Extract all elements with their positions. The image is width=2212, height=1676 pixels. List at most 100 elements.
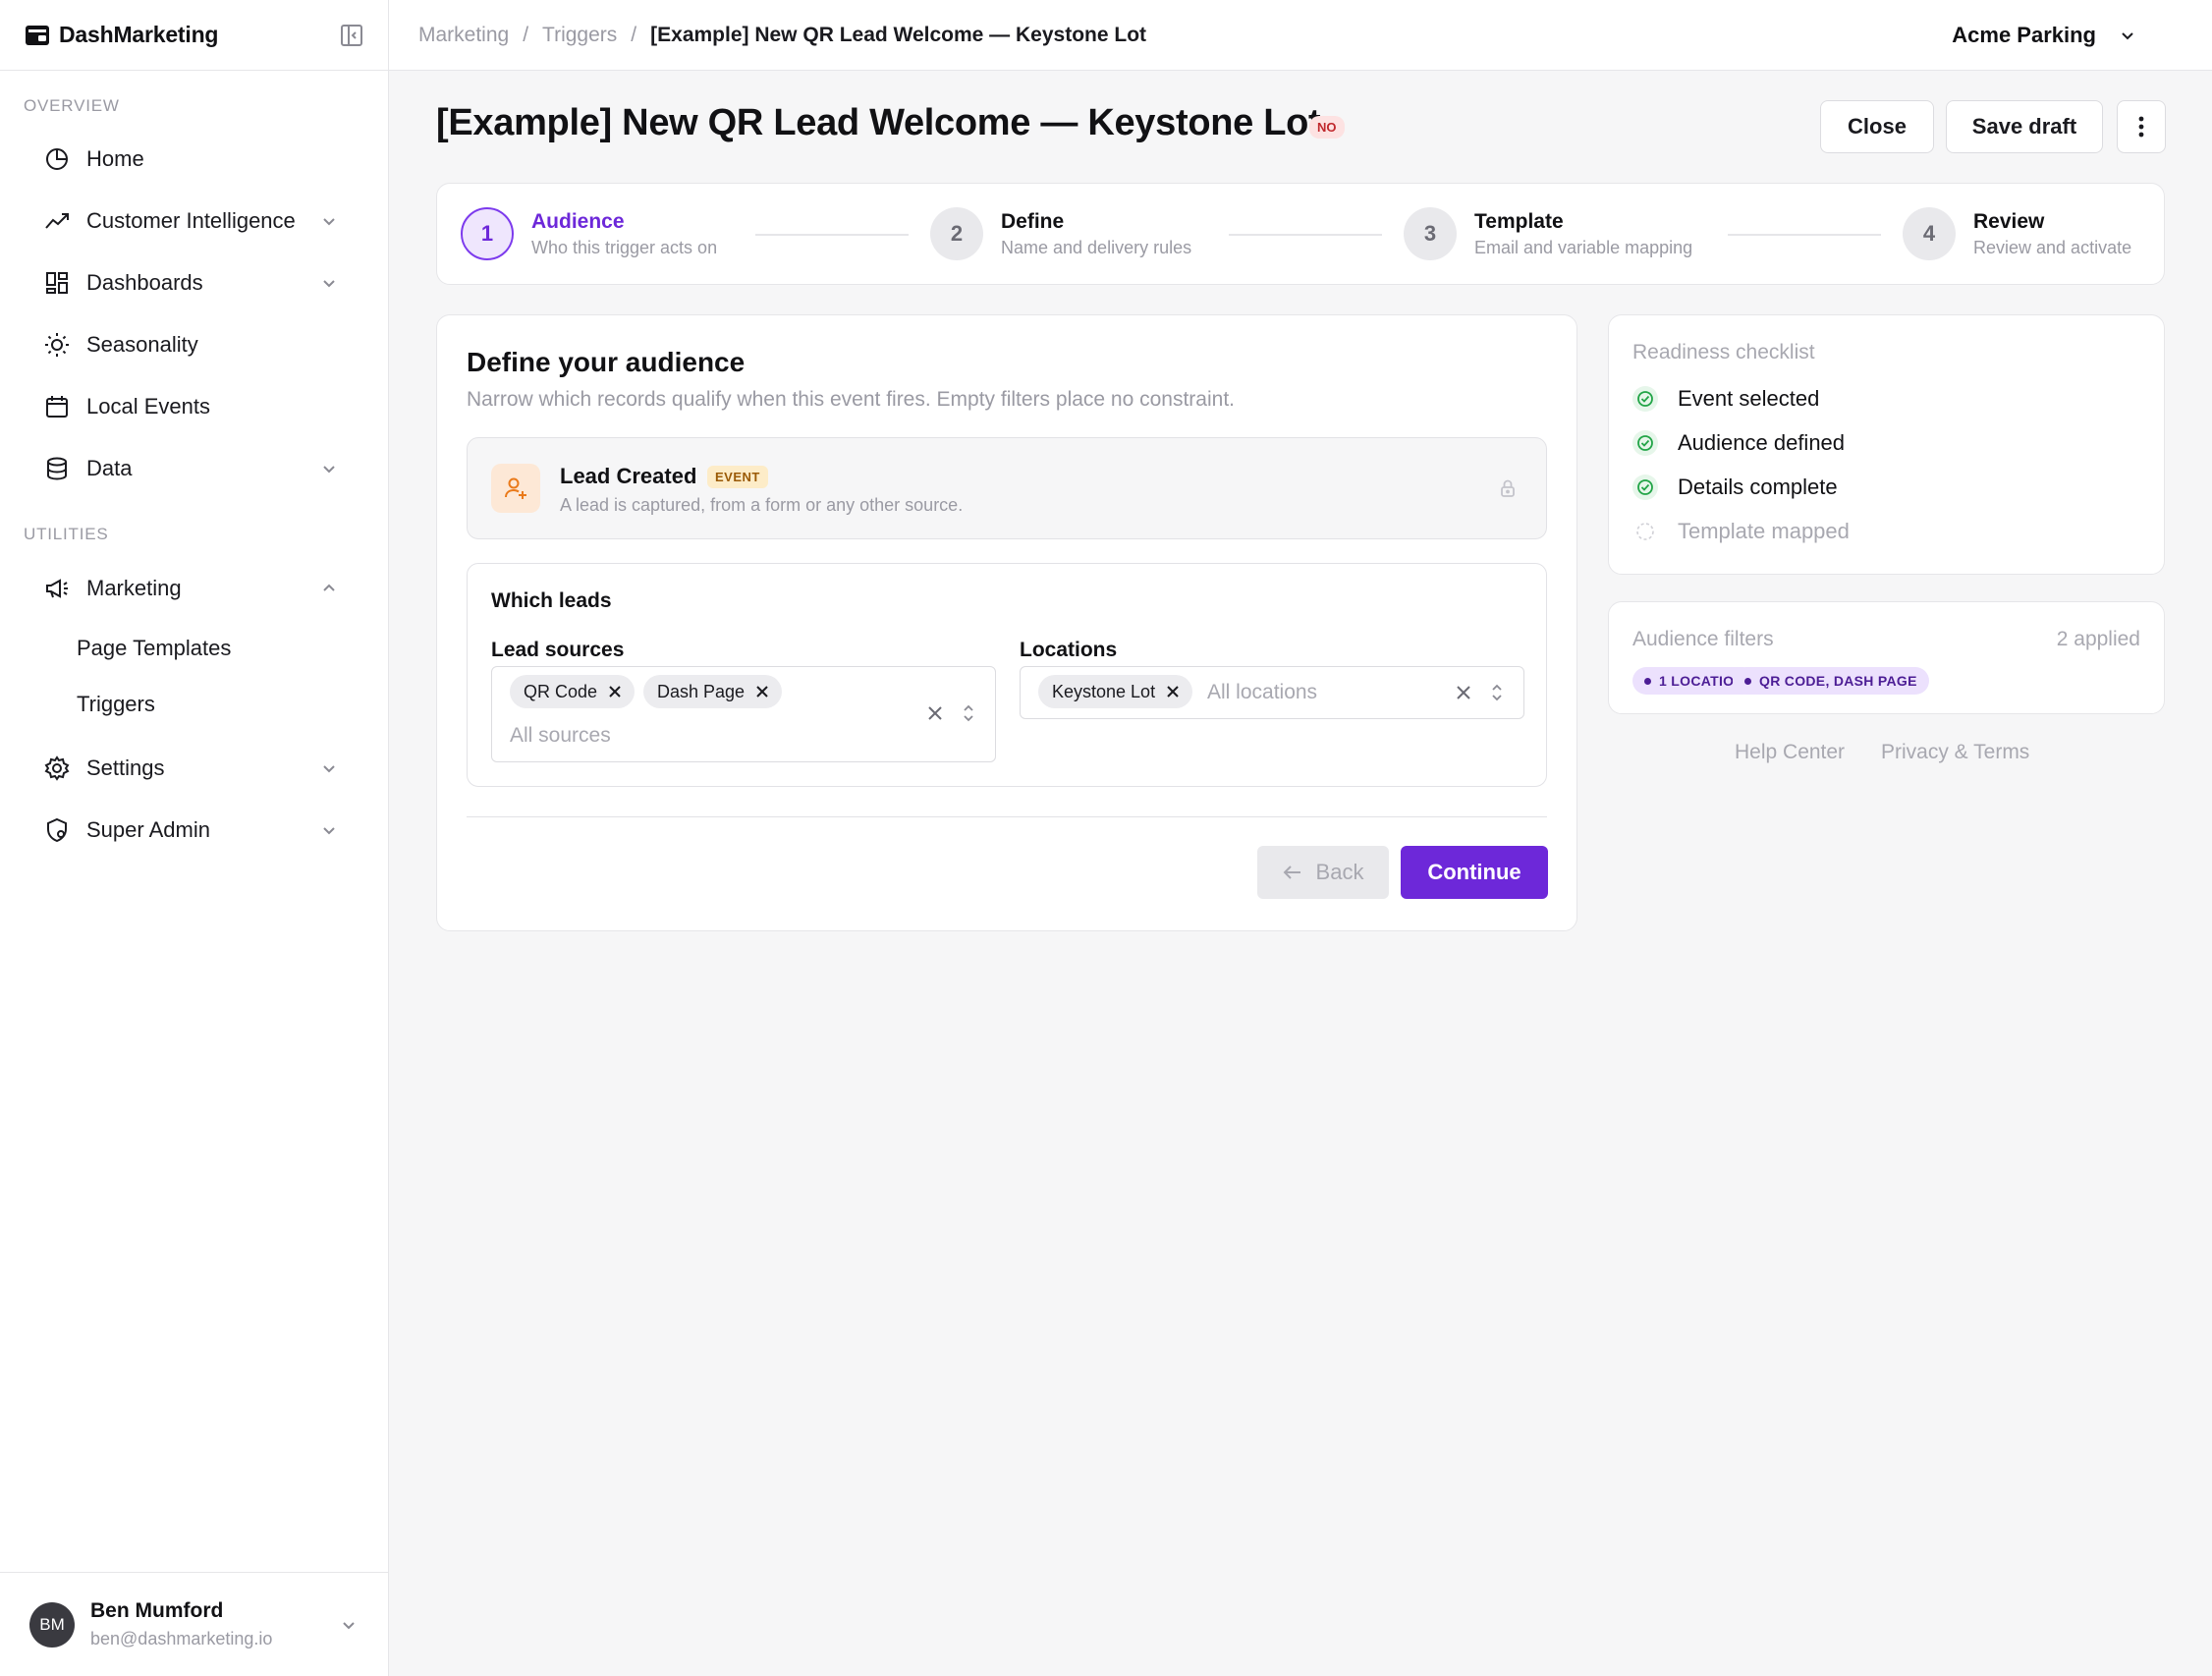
remove-chip-icon[interactable] — [1165, 684, 1181, 699]
checklist-label: Template mapped — [1678, 519, 1850, 543]
sidebar-item-label: Dashboards — [86, 270, 203, 295]
sidebar-item-settings[interactable]: Settings — [24, 743, 358, 794]
filter-pill: QR CODE, DASH PAGE — [1733, 667, 1929, 695]
dashboard-icon — [46, 272, 68, 294]
step-connector — [1728, 234, 1881, 236]
megaphone-icon — [46, 579, 68, 598]
breadcrumb-current: [Example] New QR Lead Welcome — Keystone… — [650, 23, 1147, 46]
user-menu[interactable]: BM Ben Mumford ben@dashmarketing.io — [0, 1572, 388, 1676]
sidebar-item-seasonality[interactable]: Seasonality — [24, 319, 358, 370]
lock-icon — [1501, 479, 1515, 497]
chip-label: Dash Page — [657, 681, 746, 701]
wizard-stepper: 1 Audience Who this trigger acts on 2 De… — [436, 183, 2165, 285]
org-name: Acme Parking — [1952, 22, 2096, 47]
clear-icon[interactable] — [1455, 684, 1472, 701]
filters-applied-count: 2 applied — [2056, 628, 2140, 650]
step-review[interactable]: 4 Review Review and activate — [1903, 207, 2131, 260]
clear-icon[interactable] — [926, 704, 944, 722]
sidebar-item-label: Seasonality — [86, 332, 198, 357]
sidebar-item-super-admin[interactable]: Super Admin — [24, 805, 358, 856]
chevron-down-icon — [323, 280, 335, 288]
sidebar-item-dashboards[interactable]: Dashboards — [24, 257, 358, 308]
sidebar-item-label: Data — [86, 456, 133, 480]
sidebar-item-label: Marketing — [86, 576, 182, 600]
chevron-down-icon — [323, 765, 335, 773]
sidebar-item-home[interactable]: Home — [24, 134, 358, 185]
locations-select[interactable]: Keystone Lot All locations — [1020, 666, 1524, 719]
step-title: Audience — [531, 209, 625, 233]
checklist-label: Details complete — [1678, 475, 1838, 499]
locations-label: Locations — [1020, 639, 1118, 661]
gear-icon — [44, 755, 70, 781]
section-label-utilities: UTILITIES — [24, 525, 109, 543]
check-circle-icon — [1632, 475, 1658, 500]
checklist-title: Readiness checklist — [1632, 341, 1815, 363]
back-button[interactable]: Back — [1257, 846, 1389, 899]
pie-chart-icon — [46, 148, 68, 170]
kebab-menu-icon — [2138, 116, 2144, 138]
card-title: Define your audience — [467, 347, 746, 377]
user-name: Ben Mumford — [90, 1599, 224, 1622]
step-title: Review — [1973, 209, 2045, 233]
audience-card: Define your audience Narrow which record… — [436, 314, 1577, 931]
privacy-terms-link[interactable]: Privacy & Terms — [1881, 741, 2029, 764]
topbar: Marketing / Triggers / [Example] New QR … — [389, 0, 2212, 71]
chip-label: QR Code — [524, 681, 598, 701]
step-template[interactable]: 3 Template Email and variable mapping — [1404, 207, 1692, 260]
page-title: [Example] New QR Lead Welcome — Keystone… — [436, 102, 1321, 143]
remove-chip-icon[interactable] — [607, 684, 623, 699]
breadcrumb-marketing[interactable]: Marketing — [418, 24, 509, 47]
step-connector — [755, 234, 909, 236]
sidebar-subitem-page-templates[interactable]: Page Templates — [77, 636, 231, 661]
more-options-button[interactable] — [2117, 100, 2166, 153]
sidebar-item-label: Super Admin — [86, 817, 210, 842]
chip-label: Keystone Lot — [1052, 681, 1156, 701]
checklist-item: Template mapped — [1632, 519, 1850, 544]
breadcrumb-separator: / — [631, 23, 637, 46]
locations-placeholder: All locations — [1207, 681, 1318, 703]
sidebar-item-local-events[interactable]: Local Events — [24, 381, 358, 432]
sidebar-item-label: Home — [86, 146, 144, 171]
step-subtitle: Review and activate — [1973, 237, 2132, 257]
sidebar-item-label: Customer Intelligence — [86, 208, 296, 233]
checklist-item: Details complete — [1632, 475, 1838, 500]
which-leads-section: Which leads Lead sources QR Code Dash Pa… — [467, 563, 1547, 787]
breadcrumb-triggers[interactable]: Triggers — [542, 24, 617, 47]
readiness-checklist: Readiness checklist Event selected Audie… — [1608, 314, 2165, 575]
close-button[interactable]: Close — [1820, 100, 1934, 153]
save-draft-button[interactable]: Save draft — [1946, 100, 2103, 153]
checklist-item: Audience defined — [1632, 430, 1845, 456]
divider — [467, 816, 1547, 817]
event-title: Lead Created — [560, 464, 697, 488]
calendar-icon — [46, 396, 68, 418]
step-number: 2 — [930, 207, 983, 260]
lead-sources-placeholder: All sources — [510, 724, 611, 747]
chip-dash-page: Dash Page — [643, 675, 783, 708]
step-subtitle: Email and variable mapping — [1474, 237, 1693, 257]
continue-button[interactable]: Continue — [1401, 846, 1548, 899]
lead-sources-select[interactable]: QR Code Dash Page All sources — [491, 666, 996, 762]
org-switcher[interactable]: Acme Parking — [1952, 23, 2137, 48]
avatar: BM — [29, 1601, 75, 1648]
step-subtitle: Who this trigger acts on — [531, 237, 718, 257]
sidebar-subitem-triggers[interactable]: Triggers — [77, 692, 155, 717]
shield-user-icon — [47, 817, 67, 843]
sidebar-item-data[interactable]: Data — [24, 443, 358, 494]
step-audience[interactable]: 1 Audience Who this trigger acts on — [461, 207, 717, 260]
sidebar-collapse-icon[interactable] — [339, 23, 364, 48]
brand-name: DashMarketing — [59, 22, 219, 47]
checklist-item: Event selected — [1632, 386, 1819, 412]
sidebar-item-customer-intelligence[interactable]: Customer Intelligence — [24, 196, 358, 247]
dot-icon — [1644, 677, 1651, 685]
event-card: Lead Created EVENT A lead is captured, f… — [467, 437, 1547, 539]
help-center-link[interactable]: Help Center — [1735, 741, 1845, 764]
step-define[interactable]: 2 Define Name and delivery rules — [930, 207, 1191, 260]
remove-chip-icon[interactable] — [754, 684, 770, 699]
breadcrumb-separator: / — [523, 23, 529, 46]
event-badge: EVENT — [707, 466, 768, 488]
user-email: ben@dashmarketing.io — [90, 1629, 273, 1648]
user-plus-icon — [491, 464, 540, 513]
chip-keystone-lot: Keystone Lot — [1038, 675, 1193, 708]
sidebar-item-marketing[interactable]: Marketing — [24, 563, 358, 614]
arrow-left-icon — [1283, 866, 1300, 879]
